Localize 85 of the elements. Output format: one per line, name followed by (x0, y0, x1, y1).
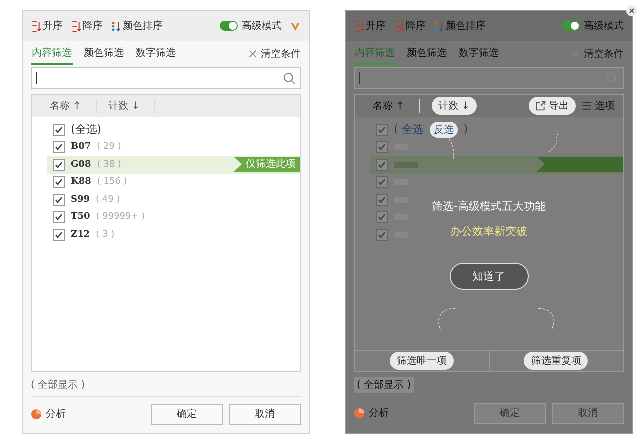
item-label: B07 (71, 142, 92, 152)
filter-tab[interactable]: 颜色筛选 (406, 43, 448, 65)
feature-callout: 筛选重复项 (524, 352, 588, 370)
clear-conditions-button[interactable]: 清空条件 (572, 47, 624, 61)
checkbox[interactable] (376, 211, 388, 224)
tutorial-headline: 筛选-高级模式五大功能 (432, 199, 546, 214)
sort-button[interactable]: 颜色排序 (111, 19, 163, 33)
invert-selection-callout: 反选 (430, 122, 458, 138)
show-all-label[interactable]: ( 全部显示 ) (31, 372, 301, 397)
tutorial-subline: 办公效率新突破 (450, 224, 528, 239)
sort-button[interactable]: 降序 (394, 19, 426, 33)
item-count: ( 3 ) (96, 230, 115, 240)
advanced-mode-toggle[interactable]: 高级模式 (220, 19, 282, 33)
checkbox[interactable] (376, 141, 388, 154)
list-icon (582, 101, 592, 111)
filter-tab[interactable]: 内容筛选 (31, 43, 73, 65)
sort-ascending-icon (354, 20, 364, 32)
options-label: 选项 (582, 99, 615, 113)
clear-conditions-button[interactable]: 清空条件 (249, 47, 301, 61)
column-header[interactable]: 计数 ↓ (108, 99, 156, 113)
select-all-label: ( 全选 (394, 122, 424, 138)
list-row[interactable]: S99 ( 49 ) (47, 191, 300, 208)
checkbox[interactable] (376, 158, 388, 171)
checkbox[interactable] (53, 176, 65, 188)
checkbox[interactable] (376, 124, 388, 136)
export-callout: 导出 (529, 97, 576, 115)
checkbox[interactable] (53, 211, 65, 224)
got-it-button[interactable]: 知道了 (450, 263, 528, 290)
column-header: 名称 ↑ (373, 99, 420, 113)
checkbox[interactable] (376, 176, 388, 188)
sort-descending-icon (71, 20, 81, 32)
list-row[interactable]: Z12 ( 3 ) (47, 226, 300, 244)
color-sort-icon (111, 20, 121, 32)
dialog-button[interactable]: 取消 (229, 404, 301, 424)
item-count: ( 156 ) (97, 177, 128, 188)
item-label: (全选) (71, 122, 102, 138)
item-count: ( 38 ) (97, 160, 122, 170)
checkbox[interactable] (53, 228, 65, 241)
checkbox[interactable] (53, 194, 65, 206)
sort-descending-icon (394, 20, 404, 32)
advanced-mode-toggle[interactable]: 高级模式 (562, 19, 624, 33)
sort-button[interactable]: 升序 (354, 19, 386, 33)
checkbox[interactable] (53, 124, 65, 136)
feature-callout: 筛选唯一项 (390, 352, 454, 370)
export-icon (536, 101, 546, 111)
list-row[interactable]: K88 ( 156 ) (47, 174, 300, 191)
search-field[interactable] (354, 67, 624, 89)
sort-button[interactable]: 升序 (31, 19, 63, 33)
list-row[interactable]: G08 ( 38 ) 仅筛选此项 (47, 156, 300, 174)
close-icon (249, 50, 257, 58)
show-all-label[interactable]: ( 全部显示 ) (354, 377, 414, 393)
checkbox[interactable] (53, 141, 65, 154)
item-label: T50 (71, 212, 90, 222)
count-callout: 计数 ↓ (432, 97, 478, 115)
item-label: K88 (71, 177, 92, 188)
search-field[interactable] (31, 67, 301, 89)
sort-button[interactable]: 降序 (71, 19, 103, 33)
column-header[interactable]: 名称 ↑ (50, 99, 97, 113)
item-count: ( 29 ) (97, 142, 122, 152)
sort-ascending-icon (31, 20, 41, 32)
list-row[interactable]: (全选) (47, 121, 300, 138)
sort-button[interactable]: 颜色排序 (434, 19, 486, 33)
filter-tab[interactable]: 数字筛选 (135, 43, 177, 65)
checkbox[interactable] (376, 194, 388, 206)
item-count: ( 49 ) (96, 194, 120, 205)
search-icon (283, 72, 296, 84)
checkbox[interactable] (53, 158, 65, 171)
filter-tab[interactable]: 数字筛选 (458, 43, 500, 65)
vip-badge-icon (290, 20, 301, 32)
filter-tab[interactable]: 颜色筛选 (83, 43, 125, 65)
pie-chart-icon (354, 408, 365, 418)
pie-chart-icon (31, 408, 42, 420)
dialog-button[interactable]: 确定 (151, 404, 223, 424)
item-label: Z12 (71, 230, 90, 240)
analyze-button[interactable]: 分析 (354, 406, 389, 420)
item-label: G08 (71, 160, 92, 170)
list-row[interactable]: T50 ( 99999+ ) (47, 208, 300, 226)
color-sort-icon (434, 20, 444, 32)
analyze-button[interactable]: 分析 (31, 407, 66, 421)
item-label: S99 (71, 194, 90, 205)
checkbox[interactable] (376, 228, 388, 241)
list-row[interactable]: B07 ( 29 ) (47, 138, 300, 156)
item-count: ( 99999+ ) (96, 212, 146, 222)
close-icon[interactable] (626, 5, 638, 17)
closing-paren: ) (464, 123, 468, 136)
